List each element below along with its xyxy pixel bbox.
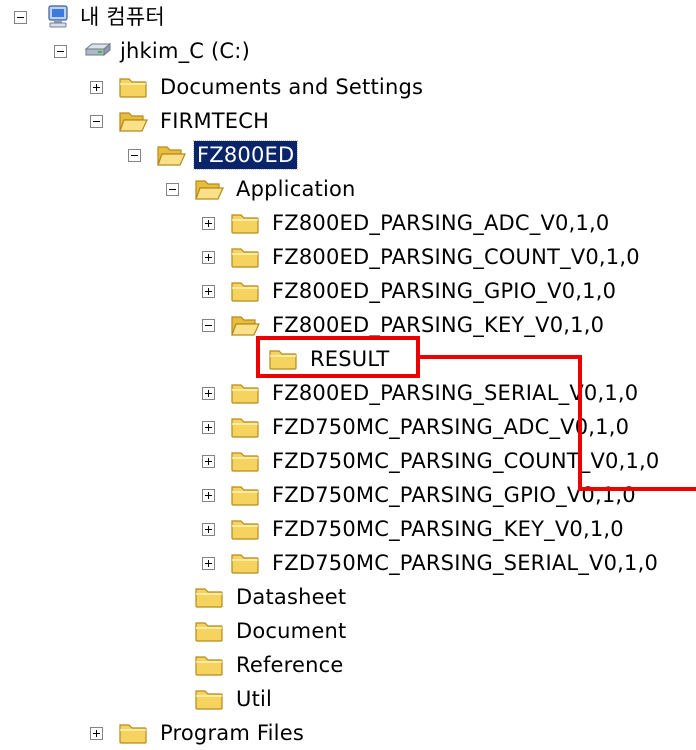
folder-open-icon	[194, 177, 224, 201]
tree-item-label: FIRMTECH	[160, 109, 270, 133]
expand-toggle[interactable]	[202, 489, 215, 502]
hard-drive-icon	[82, 39, 114, 63]
collapse-toggle[interactable]	[128, 149, 141, 162]
tree-item-reference[interactable]: Reference	[0, 650, 380, 680]
folder-icon	[194, 619, 224, 643]
folder-icon	[194, 687, 224, 711]
tree-item-label: jhkim_C (C:)	[120, 39, 250, 63]
collapse-toggle[interactable]	[54, 45, 67, 58]
expand-toggle[interactable]	[202, 387, 215, 400]
tree-item-drive-c[interactable]: jhkim_C (C:)	[0, 36, 300, 66]
tree-item-label: FZ800ED_PARSING_SERIAL_V0,1,0	[272, 381, 639, 405]
folder-icon	[118, 75, 148, 99]
tree-item-app-folder[interactable]: FZ800ED_PARSING_COUNT_V0,1,0	[0, 242, 696, 272]
collapse-toggle[interactable]	[166, 183, 179, 196]
expand-toggle[interactable]	[202, 285, 215, 298]
tree-item-label: Program Files	[160, 721, 304, 745]
expand-toggle[interactable]	[202, 557, 215, 570]
folder-open-icon	[118, 109, 148, 133]
highlight-connector-vertical	[578, 355, 582, 491]
highlight-connector-horizontal-end	[578, 487, 696, 491]
folder-icon	[230, 279, 260, 303]
expand-toggle[interactable]	[90, 727, 103, 740]
tree-item-label: FZ800ED_PARSING_COUNT_V0,1,0	[272, 245, 640, 269]
tree-item-app-folder[interactable]: FZD750MC_PARSING_COUNT_V0,1,0	[0, 446, 696, 476]
tree-item-label: FZD750MC_PARSING_KEY_V0,1,0	[272, 517, 624, 541]
tree-item-application[interactable]: Application	[0, 174, 380, 204]
tree-item-my-computer[interactable]: 내 컴퓨터	[0, 2, 260, 32]
expand-toggle[interactable]	[202, 217, 215, 230]
folder-icon	[230, 517, 260, 541]
tree-item-label: Reference	[236, 653, 344, 677]
expand-toggle[interactable]	[202, 523, 215, 536]
tree-item-firmtech[interactable]: FIRMTECH	[0, 106, 320, 136]
collapse-toggle[interactable]	[90, 115, 103, 128]
folder-icon	[230, 483, 260, 507]
tree-item-fz800ed[interactable]: FZ800ED	[0, 140, 320, 170]
tree-item-app-folder[interactable]: FZD750MC_PARSING_KEY_V0,1,0	[0, 514, 696, 544]
tree-item-app-folder[interactable]: FZ800ED_PARSING_ADC_V0,1,0	[0, 208, 696, 238]
folder-icon	[230, 245, 260, 269]
folder-icon	[230, 415, 260, 439]
tree-item-label: Datasheet	[236, 585, 347, 609]
folder-icon	[230, 551, 260, 575]
tree-item-label: FZD750MC_PARSING_SERIAL_V0,1,0	[272, 551, 659, 575]
tree-item-label: 내 컴퓨터	[80, 5, 165, 29]
folder-open-icon	[230, 313, 260, 337]
tree-item-label: FZ800ED_PARSING_ADC_V0,1,0	[272, 211, 610, 235]
tree-item-app-folder[interactable]: FZD750MC_PARSING_SERIAL_V0,1,0	[0, 548, 696, 578]
tree-item-document[interactable]: Document	[0, 616, 380, 646]
folder-icon	[230, 381, 260, 405]
expand-toggle[interactable]	[202, 251, 215, 264]
tree-item-documents-and-settings[interactable]: Documents and Settings	[0, 72, 460, 102]
tree-item-datasheet[interactable]: Datasheet	[0, 582, 380, 612]
tree-item-label: Document	[236, 619, 347, 643]
computer-icon	[46, 5, 72, 29]
tree-item-app-folder[interactable]: FZD750MC_PARSING_ADC_V0,1,0	[0, 412, 696, 442]
tree-item-util[interactable]: Util	[0, 684, 380, 714]
collapse-toggle[interactable]	[14, 11, 27, 24]
highlight-box	[256, 336, 420, 378]
expand-toggle[interactable]	[202, 421, 215, 434]
tree-item-label: FZD750MC_PARSING_ADC_V0,1,0	[272, 415, 630, 439]
folder-icon	[230, 211, 260, 235]
tree-item-label: Application	[236, 177, 356, 201]
highlight-connector-horizontal	[418, 355, 582, 359]
tree-item-label: FZ800ED_PARSING_GPIO_V0,1,0	[272, 279, 617, 303]
expand-toggle[interactable]	[202, 455, 215, 468]
tree-item-label: Util	[236, 687, 273, 711]
tree-item-program-files[interactable]: Program Files	[0, 718, 380, 748]
tree-item-app-folder[interactable]: FZ800ED_PARSING_SERIAL_V0,1,0	[0, 378, 696, 408]
collapse-toggle[interactable]	[202, 319, 215, 332]
folder-icon	[118, 721, 148, 745]
folder-icon	[194, 653, 224, 677]
selected-item-label: FZ800ED	[192, 140, 299, 170]
tree-item-label: FZ800ED_PARSING_KEY_V0,1,0	[272, 313, 605, 337]
folder-open-icon	[156, 143, 186, 167]
tree-item-label: Documents and Settings	[160, 75, 424, 99]
tree-item-app-folder[interactable]: FZ800ED_PARSING_GPIO_V0,1,0	[0, 276, 696, 306]
expand-toggle[interactable]	[90, 81, 103, 94]
tree-item-label: FZD750MC_PARSING_COUNT_V0,1,0	[272, 449, 660, 473]
tree-item-app-folder[interactable]: FZD750MC_PARSING_GPIO_V0,1,0	[0, 480, 696, 510]
folder-icon	[230, 449, 260, 473]
folder-icon	[194, 585, 224, 609]
